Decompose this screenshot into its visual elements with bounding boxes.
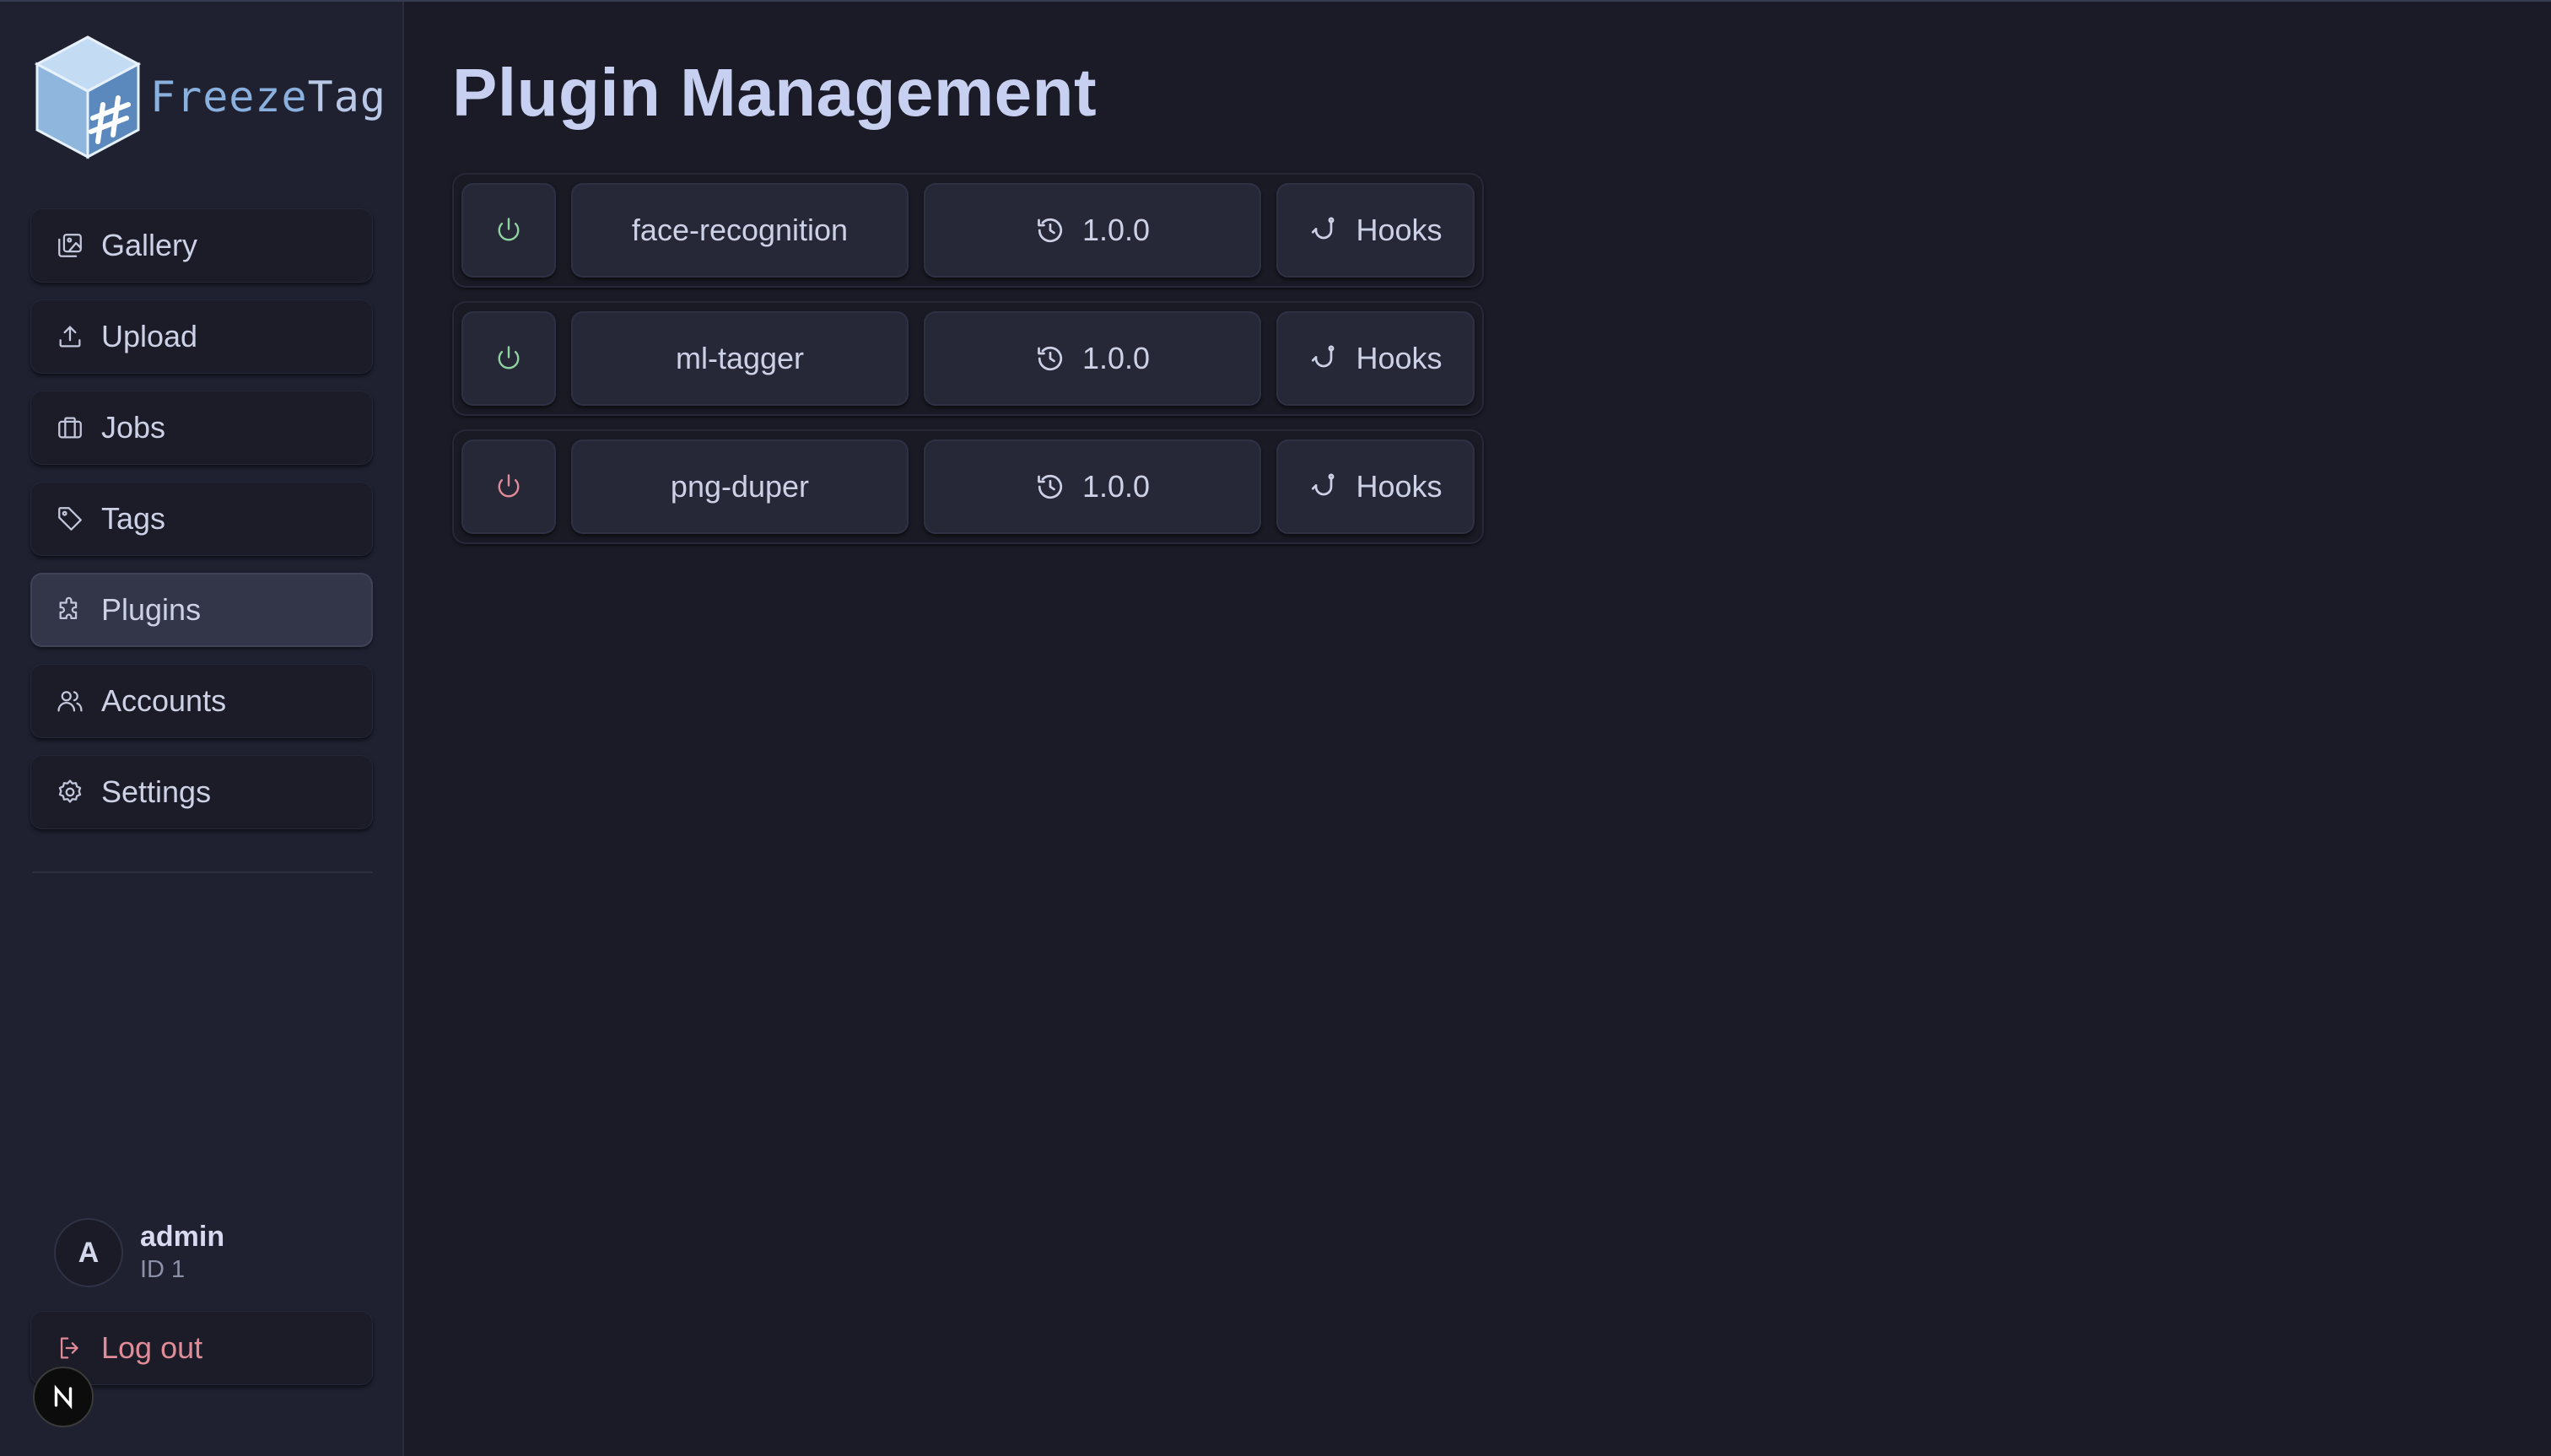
history-icon <box>1038 218 1063 243</box>
sidebar-item-label: Jobs <box>101 410 166 445</box>
app-window: FreezeTag Gallery Upload Jobs Tags Plugins Ac… <box>0 0 2551 1456</box>
plugin-row: png-duper 1.0.0 Hooks <box>452 429 1484 544</box>
plugin-version: 1.0.0 <box>1081 469 1151 504</box>
sidebar-item-accounts[interactable]: Accounts <box>30 664 373 738</box>
hook-icon <box>1312 217 1335 240</box>
sidebar-item-gallery[interactable]: Gallery <box>30 208 373 283</box>
sidebar-item-settings[interactable]: Settings <box>30 755 373 829</box>
plugin-name: ml-tagger <box>675 341 805 375</box>
logout-icon <box>56 1334 84 1362</box>
plugin-name-button[interactable]: face-recognition <box>571 183 909 278</box>
user-card: A admin ID 1 <box>54 1218 224 1287</box>
next-dev-indicator-icon[interactable] <box>33 1367 94 1427</box>
puzzle-icon <box>56 596 84 624</box>
plugin-hooks-label: Hooks <box>1356 341 1443 375</box>
sidebar-item-jobs[interactable]: Jobs <box>30 391 373 465</box>
sidebar-item-label: Tags <box>101 501 166 536</box>
power-icon <box>498 346 520 369</box>
plugin-hooks-button[interactable]: Hooks <box>1276 311 1475 406</box>
sidebar-item-label: Gallery <box>101 228 198 262</box>
page-title: Plugin Management <box>452 55 1098 130</box>
brand-logo[interactable]: FreezeTag <box>32 34 386 160</box>
plugin-toggle-button[interactable] <box>461 183 556 278</box>
sidebar-nav: Gallery Upload Jobs Tags Plugins Accounts Sett… <box>30 208 373 846</box>
gear-icon <box>56 778 84 806</box>
history-icon <box>1038 346 1063 371</box>
brand-name: FreezeTag <box>150 73 386 121</box>
plugin-version: 1.0.0 <box>1081 341 1151 375</box>
upload-icon <box>56 322 84 351</box>
plugin-toggle-button[interactable] <box>461 439 556 534</box>
power-icon <box>498 218 520 241</box>
briefcase-icon <box>56 413 84 442</box>
users-icon <box>56 687 84 715</box>
plugin-version-button[interactable]: 1.0.0 <box>924 183 1261 278</box>
avatar[interactable]: A <box>54 1218 123 1287</box>
tag-icon <box>56 504 84 533</box>
plugin-hooks-label: Hooks <box>1356 469 1443 504</box>
plugin-version: 1.0.0 <box>1081 213 1151 247</box>
sidebar-item-label: Upload <box>101 319 198 353</box>
plugin-row: face-recognition 1.0.0 Hooks <box>452 173 1484 288</box>
user-id: ID 1 <box>140 1256 186 1284</box>
plugin-name-button[interactable]: png-duper <box>571 439 909 534</box>
gallery-icon <box>56 231 84 260</box>
sidebar-item-label: Accounts <box>101 683 227 718</box>
user-name: admin <box>140 1220 225 1253</box>
sidebar-item-label: Settings <box>101 774 212 809</box>
plugin-toggle-button[interactable] <box>461 311 556 406</box>
hook-icon <box>1312 473 1335 496</box>
sidebar-item-plugins[interactable]: Plugins <box>30 573 373 647</box>
plugin-list: face-recognition 1.0.0 Hooks ml-tagger 1.0.0… <box>452 173 1484 558</box>
plugin-row: ml-tagger 1.0.0 Hooks <box>452 301 1484 416</box>
sidebar: FreezeTag Gallery Upload Jobs Tags Plugins Ac… <box>0 2 404 1456</box>
plugin-hooks-button[interactable]: Hooks <box>1276 183 1475 278</box>
plugin-name-button[interactable]: ml-tagger <box>571 311 909 406</box>
sidebar-item-tags[interactable]: Tags <box>30 482 373 556</box>
plugin-hooks-label: Hooks <box>1356 213 1443 247</box>
user-info: admin ID 1 <box>140 1221 224 1284</box>
logout-label: Log out <box>101 1330 203 1365</box>
plugin-name: png-duper <box>670 469 810 504</box>
power-icon <box>498 474 520 498</box>
sidebar-divider <box>32 871 373 873</box>
history-icon <box>1038 474 1063 499</box>
sidebar-item-upload[interactable]: Upload <box>30 299 373 374</box>
plugin-name: face-recognition <box>631 213 849 247</box>
hook-icon <box>1312 345 1335 368</box>
plugin-version-button[interactable]: 1.0.0 <box>924 439 1261 534</box>
plugin-hooks-button[interactable]: Hooks <box>1276 439 1475 534</box>
cube-logo-icon <box>34 35 142 159</box>
sidebar-item-label: Plugins <box>101 592 202 627</box>
plugin-version-button[interactable]: 1.0.0 <box>924 311 1261 406</box>
